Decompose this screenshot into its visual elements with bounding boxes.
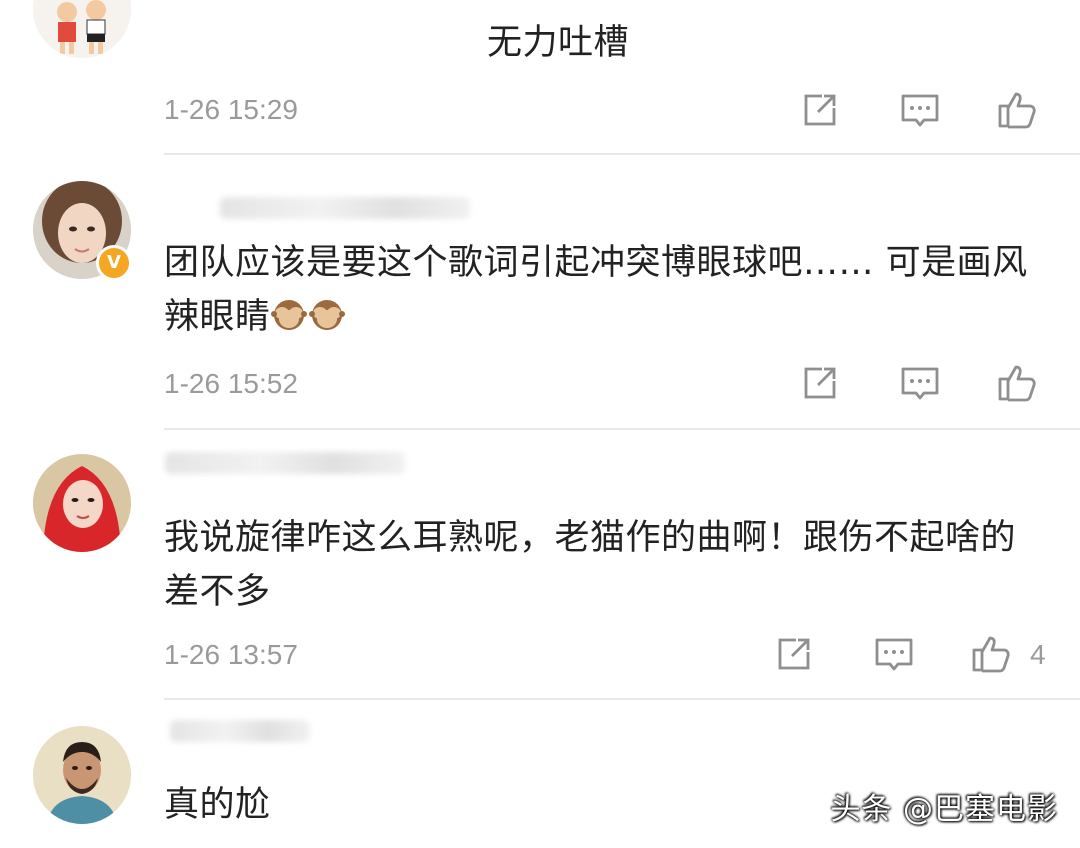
avatar-cartoon-kids xyxy=(33,0,131,58)
like-icon[interactable] xyxy=(970,630,1014,674)
avatar[interactable] xyxy=(33,726,131,824)
like-icon[interactable] xyxy=(996,86,1040,130)
see-no-evil-monkey-icon xyxy=(308,294,345,330)
comment-time: 1-26 15:52 xyxy=(164,368,298,399)
comment-icon[interactable] xyxy=(898,361,942,405)
share-icon[interactable] xyxy=(772,632,816,676)
comment-item: 我说旋律咋这么耳熟呢，老猫作的曲啊！跟伤不起啥的差不多 1-26 13:57 4 xyxy=(0,430,1080,698)
share-icon[interactable] xyxy=(798,88,842,132)
username-blurred xyxy=(220,197,470,219)
avatar[interactable] xyxy=(33,0,131,58)
comment-text: 团队应该是要这个歌词引起冲突博眼球吧…… 可是画风辣眼睛 xyxy=(164,236,1044,344)
watermark: 头条 @巴塞电影 xyxy=(830,792,1058,827)
comment-time: 1-26 13:57 xyxy=(164,639,298,670)
like-icon[interactable] xyxy=(996,359,1040,403)
comment-icon[interactable] xyxy=(898,88,942,132)
share-icon[interactable] xyxy=(798,361,842,405)
comment-icon[interactable] xyxy=(872,632,916,676)
comment-item: V 团队应该是要这个歌词引起冲突博眼球吧…… 可是画风辣眼睛 1-26 15:5… xyxy=(0,155,1080,435)
comment-text: 无力吐槽 xyxy=(487,23,630,63)
comment-time: 1-26 15:29 xyxy=(164,94,298,125)
comment-item: 无力吐槽 1-26 15:29 xyxy=(0,0,1080,155)
comment-text: 我说旋律咋这么耳熟呢，老猫作的曲啊！跟伤不起啥的差不多 xyxy=(164,518,1017,612)
avatar-man-portrait xyxy=(33,726,131,824)
like-count: 4 xyxy=(1030,639,1046,670)
avatar-woman-red-veil xyxy=(33,454,131,552)
username-blurred xyxy=(170,720,310,742)
username-blurred xyxy=(165,452,405,474)
see-no-evil-monkey-icon xyxy=(270,294,307,330)
verified-badge-icon: V xyxy=(96,245,132,281)
avatar[interactable] xyxy=(33,454,131,552)
